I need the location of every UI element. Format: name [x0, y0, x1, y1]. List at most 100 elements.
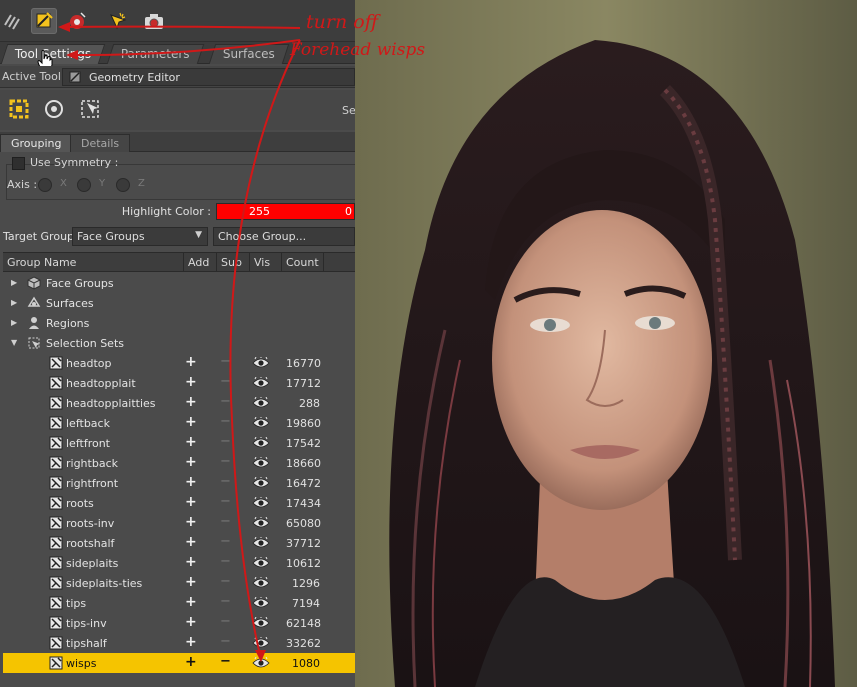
spot-render-tool-button[interactable]: [104, 8, 130, 34]
group-table-header: Group Name Add Sub Vis Count: [3, 252, 355, 272]
tab-details[interactable]: Details: [70, 134, 131, 152]
visibility-eye-icon[interactable]: [252, 457, 270, 469]
visibility-eye-icon[interactable]: [252, 437, 270, 449]
choose-group-button[interactable]: Choose Group...: [213, 227, 355, 246]
selection-set-row[interactable]: tipshalf + − 33262: [3, 633, 355, 653]
sub-button[interactable]: −: [220, 374, 231, 389]
sub-button[interactable]: −: [220, 614, 231, 629]
selection-set-row[interactable]: headtopplaitties + − 288: [3, 393, 355, 413]
visibility-eye-icon[interactable]: [252, 377, 270, 389]
sub-button[interactable]: −: [220, 574, 231, 589]
visibility-eye-icon[interactable]: [252, 517, 270, 529]
target-group-select[interactable]: Face Groups ▼: [72, 227, 208, 246]
selection-set-row[interactable]: sideplaits-ties + − 1296: [3, 573, 355, 593]
add-button[interactable]: +: [185, 374, 197, 390]
visibility-eye-icon[interactable]: [252, 357, 270, 369]
expanded-arrow-icon[interactable]: ▼: [11, 338, 17, 347]
visibility-eye-icon[interactable]: [252, 557, 270, 569]
selection-set-row[interactable]: rootshalf + − 37712: [3, 533, 355, 553]
visibility-eye-icon[interactable]: [252, 397, 270, 409]
sub-button[interactable]: −: [220, 394, 231, 409]
collapsed-arrow-icon[interactable]: ▶: [11, 318, 17, 327]
axis-x-radio[interactable]: [38, 178, 52, 192]
add-button[interactable]: +: [185, 574, 197, 590]
sub-button[interactable]: −: [220, 354, 231, 369]
column-count[interactable]: Count: [282, 253, 324, 272]
add-button[interactable]: +: [185, 514, 197, 530]
tab-grouping[interactable]: Grouping: [0, 134, 73, 152]
column-add[interactable]: Add: [184, 253, 217, 272]
axis-y-radio[interactable]: [77, 178, 91, 192]
axis-z-radio[interactable]: [116, 178, 130, 192]
sub-button[interactable]: −: [220, 534, 231, 549]
add-button[interactable]: +: [185, 534, 197, 550]
add-button[interactable]: +: [185, 634, 197, 650]
selection-set-row[interactable]: leftback + − 19860: [3, 413, 355, 433]
select-lasso-icon[interactable]: [79, 98, 101, 120]
highlight-color-swatch[interactable]: 255 0: [216, 203, 355, 220]
tree-group-row[interactable]: ▶ Regions: [3, 313, 355, 333]
column-sub[interactable]: Sub: [217, 253, 250, 272]
sub-button[interactable]: −: [220, 474, 231, 489]
transform-tool-button[interactable]: [64, 8, 90, 34]
sub-button[interactable]: −: [220, 634, 231, 649]
selection-set-row[interactable]: headtop + − 16770: [3, 353, 355, 373]
selection-set-row[interactable]: wisps + − 1080: [3, 653, 355, 673]
visibility-eye-icon[interactable]: [252, 537, 270, 549]
add-button[interactable]: +: [185, 654, 197, 670]
collapsed-arrow-icon[interactable]: ▶: [11, 298, 17, 307]
add-button[interactable]: +: [185, 594, 197, 610]
add-button[interactable]: +: [185, 454, 197, 470]
selection-set-row[interactable]: tips-inv + − 62148: [3, 613, 355, 633]
add-button[interactable]: +: [185, 494, 197, 510]
visibility-eye-icon[interactable]: [252, 637, 270, 649]
select-vertex-icon[interactable]: [43, 98, 65, 120]
selection-set-row[interactable]: headtopplait + − 17712: [3, 373, 355, 393]
add-button[interactable]: +: [185, 554, 197, 570]
collapsed-arrow-icon[interactable]: ▶: [11, 278, 17, 287]
visibility-eye-icon[interactable]: [252, 497, 270, 509]
sub-button[interactable]: −: [220, 454, 231, 469]
tab-parameters[interactable]: Parameters: [106, 44, 204, 64]
hatch-tool-button[interactable]: [0, 8, 26, 34]
sub-button[interactable]: −: [220, 514, 231, 529]
visibility-eye-icon[interactable]: [252, 617, 270, 629]
geometry-editor-tool-button[interactable]: [31, 8, 57, 34]
sub-button[interactable]: −: [220, 414, 231, 429]
column-group-name[interactable]: Group Name: [3, 253, 184, 272]
visibility-eye-icon[interactable]: [252, 477, 270, 489]
selection-set-row[interactable]: roots + − 17434: [3, 493, 355, 513]
add-button[interactable]: +: [185, 354, 197, 370]
add-button[interactable]: +: [185, 414, 197, 430]
selection-set-row[interactable]: leftfront + − 17542: [3, 433, 355, 453]
tree-group-row[interactable]: ▼ Selection Sets: [3, 333, 355, 353]
selection-set-row[interactable]: rightback + − 18660: [3, 453, 355, 473]
add-button[interactable]: +: [185, 474, 197, 490]
add-button[interactable]: +: [185, 614, 197, 630]
tab-surfaces[interactable]: Surfaces: [208, 44, 290, 64]
use-symmetry-checkbox[interactable]: [12, 157, 25, 170]
visibility-eye-icon[interactable]: [252, 577, 270, 589]
visibility-eye-icon[interactable]: [252, 657, 270, 669]
select-polygon-icon[interactable]: [8, 98, 30, 120]
sub-button[interactable]: −: [220, 654, 231, 669]
sub-button[interactable]: −: [220, 554, 231, 569]
active-tool-field[interactable]: Geometry Editor: [62, 68, 355, 86]
selection-set-row[interactable]: sideplaits + − 10612: [3, 553, 355, 573]
sub-button[interactable]: −: [220, 494, 231, 509]
column-vis[interactable]: Vis: [250, 253, 282, 272]
use-symmetry-row: Use Symmetry :: [6, 155, 355, 200]
sub-button[interactable]: −: [220, 594, 231, 609]
visibility-eye-icon[interactable]: [252, 417, 270, 429]
visibility-eye-icon[interactable]: [252, 597, 270, 609]
sub-button[interactable]: −: [220, 434, 231, 449]
selection-set-row[interactable]: roots-inv + − 65080: [3, 513, 355, 533]
selection-set-icon: [49, 556, 63, 570]
add-button[interactable]: +: [185, 394, 197, 410]
selection-set-row[interactable]: rightfront + − 16472: [3, 473, 355, 493]
render-button[interactable]: [140, 8, 166, 34]
add-button[interactable]: +: [185, 434, 197, 450]
tree-group-row[interactable]: ▶ Surfaces: [3, 293, 355, 313]
selection-set-row[interactable]: tips + − 7194: [3, 593, 355, 613]
tree-group-row[interactable]: ▶ Face Groups: [3, 273, 355, 293]
